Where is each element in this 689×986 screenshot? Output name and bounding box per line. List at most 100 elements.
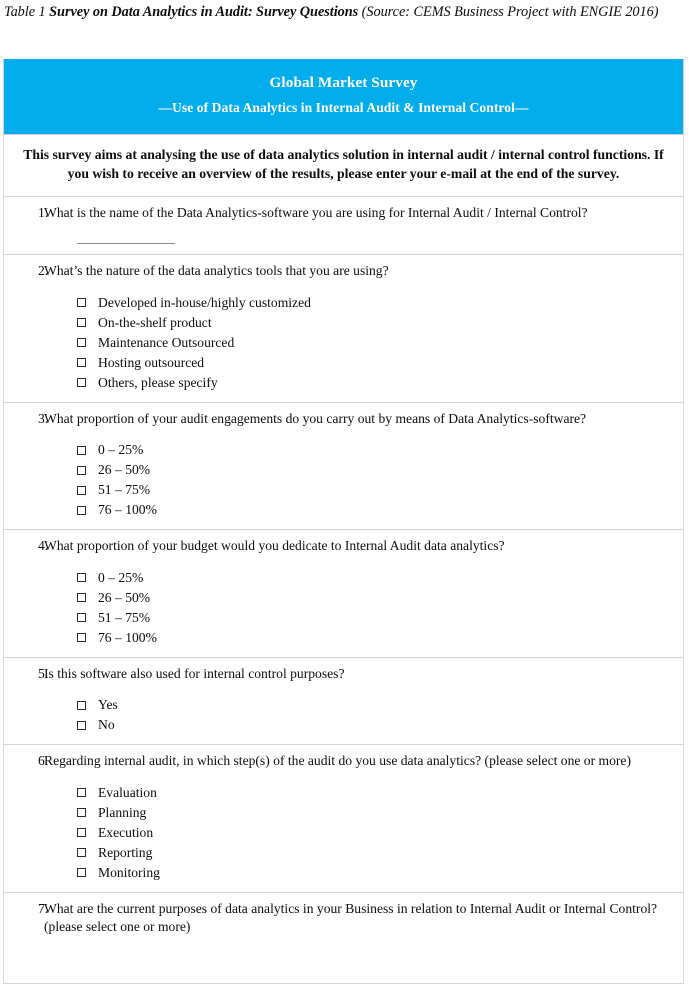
option-label: 51 – 75%: [98, 609, 151, 625]
option-label: No: [98, 717, 115, 733]
question-row: 6. Regarding internal audit, in which ste…: [4, 744, 683, 892]
option-item[interactable]: Planning: [14, 803, 673, 823]
option-label: On-the-shelf product: [98, 314, 212, 330]
option-label: Others, please specify: [98, 374, 218, 390]
checkbox-icon[interactable]: [77, 505, 86, 515]
checkbox-icon[interactable]: [77, 848, 86, 858]
checkbox-icon[interactable]: [77, 445, 86, 455]
survey-intro-text: This survey aims at analysing the use of…: [4, 134, 683, 196]
checkbox-icon[interactable]: [77, 378, 86, 388]
question-text: What is the name of the Data Analytics-s…: [44, 204, 588, 220]
survey-table: Global Market Survey —Use of Data Analyt…: [3, 59, 684, 984]
checkbox-icon[interactable]: [77, 338, 86, 348]
option-list: Developed in-house/highly customized On-t…: [14, 293, 673, 393]
option-label: Maintenance Outsourced: [98, 334, 235, 350]
checkbox-icon[interactable]: [77, 593, 86, 603]
checkbox-icon[interactable]: [77, 573, 86, 583]
question-number: 5.: [38, 665, 49, 681]
option-label: Execution: [98, 824, 154, 840]
question-header: 2. What’s the nature of the data analytic…: [14, 262, 673, 281]
option-item[interactable]: Hosting outsourced: [14, 353, 673, 373]
option-item[interactable]: Execution: [14, 823, 673, 843]
question-number: 4.: [38, 538, 49, 554]
option-label: 0 – 25%: [98, 569, 144, 585]
checkbox-icon[interactable]: [77, 633, 86, 643]
option-item[interactable]: 51 – 75%: [14, 480, 673, 500]
option-item[interactable]: Yes: [14, 695, 673, 715]
option-list: 0 – 25% 26 – 50% 51 – 75% 76 – 100%: [14, 440, 673, 520]
checkbox-icon[interactable]: [77, 788, 86, 798]
question-header: 3. What proportion of your audit engageme…: [14, 410, 673, 429]
option-label: Planning: [98, 804, 147, 820]
caption-title: Survey on Data Analytics in Audit: Surve…: [49, 4, 359, 20]
option-item[interactable]: 0 – 25%: [14, 568, 673, 588]
option-label: 76 – 100%: [98, 502, 157, 518]
question-text: Is this software also used for internal …: [44, 665, 345, 681]
option-label: 0 – 25%: [98, 442, 144, 458]
option-list: Evaluation Planning Execution Reporting Moni…: [14, 783, 673, 883]
question-row: 7. What are the current purposes of data …: [4, 891, 683, 946]
option-item[interactable]: Maintenance Outsourced: [14, 333, 673, 353]
option-label: Evaluation: [98, 784, 157, 800]
option-item[interactable]: 26 – 50%: [14, 460, 673, 480]
question-text: What’s the nature of the data analytics …: [44, 263, 389, 279]
checkbox-icon[interactable]: [77, 720, 86, 730]
question-header: 1. What is the name of the Data Analytics…: [14, 204, 673, 223]
document-page: Table 1 Survey on Data Analytics in Audi…: [0, 0, 689, 986]
question-header: 5. Is this software also used for interna…: [14, 665, 673, 684]
checkbox-icon[interactable]: [77, 808, 86, 818]
checkbox-icon[interactable]: [77, 613, 86, 623]
table-caption: Table 1 Survey on Data Analytics in Audi…: [4, 3, 682, 23]
caption-source: (Source: CEMS Business Project with ENGI…: [358, 4, 659, 20]
option-label: 51 – 75%: [98, 482, 151, 498]
question-number: 1.: [38, 204, 49, 220]
option-item[interactable]: 76 – 100%: [14, 500, 673, 520]
option-item[interactable]: 51 – 75%: [14, 608, 673, 628]
option-label: 26 – 50%: [98, 589, 151, 605]
checkbox-icon[interactable]: [77, 828, 86, 838]
option-item[interactable]: 76 – 100%: [14, 628, 673, 648]
question-row: 5. Is this software also used for interna…: [4, 656, 683, 745]
question-number: 2.: [38, 263, 49, 279]
option-item[interactable]: Developed in-house/highly customized: [14, 293, 673, 313]
question-row: 2. What’s the nature of the data analytic…: [4, 254, 683, 402]
option-label: 76 – 100%: [98, 629, 157, 645]
option-list: 0 – 25% 26 – 50% 51 – 75% 76 – 100%: [14, 568, 673, 648]
survey-subtitle: —Use of Data Analytics in Internal Audit…: [158, 100, 529, 115]
checkbox-icon[interactable]: [77, 318, 86, 328]
option-label: Hosting outsourced: [98, 354, 205, 370]
option-item[interactable]: Evaluation: [14, 783, 673, 803]
option-item[interactable]: 26 – 50%: [14, 588, 673, 608]
option-item[interactable]: Monitoring: [14, 863, 673, 883]
option-item[interactable]: Reporting: [14, 843, 673, 863]
question-header: 6. Regarding internal audit, in which ste…: [14, 752, 673, 771]
checkbox-icon[interactable]: [77, 485, 86, 495]
question-text: What proportion of your audit engagement…: [44, 410, 587, 426]
question-number: 3.: [38, 410, 49, 426]
question-number: 7.: [38, 900, 49, 916]
option-label: Monitoring: [98, 864, 160, 880]
question-header: 4. What proportion of your budget would y…: [14, 537, 673, 556]
option-item[interactable]: Others, please specify: [14, 373, 673, 393]
checkbox-icon[interactable]: [77, 868, 86, 878]
checkbox-icon[interactable]: [77, 358, 86, 368]
option-label: Reporting: [98, 844, 153, 860]
checkbox-icon[interactable]: [77, 700, 86, 710]
option-item[interactable]: 0 – 25%: [14, 440, 673, 460]
survey-title: Global Market Survey: [269, 74, 418, 91]
option-label: Developed in-house/highly customized: [98, 294, 311, 310]
answer-blank-line[interactable]: [77, 233, 175, 245]
option-item[interactable]: On-the-shelf product: [14, 313, 673, 333]
question-text: What are the current purposes of data an…: [44, 900, 658, 935]
option-label: Yes: [98, 697, 118, 713]
checkbox-icon[interactable]: [77, 465, 86, 475]
question-header: 7. What are the current purposes of data …: [14, 900, 673, 937]
survey-header-banner: Global Market Survey —Use of Data Analyt…: [4, 59, 683, 134]
option-item[interactable]: No: [14, 715, 673, 735]
checkbox-icon[interactable]: [77, 298, 86, 308]
question-text: What proportion of your budget would you…: [44, 538, 505, 554]
question-number: 6.: [38, 753, 49, 769]
caption-label: Table 1: [4, 4, 50, 20]
option-label: 26 – 50%: [98, 462, 151, 478]
question-row: 3. What proportion of your audit engageme…: [4, 401, 683, 530]
